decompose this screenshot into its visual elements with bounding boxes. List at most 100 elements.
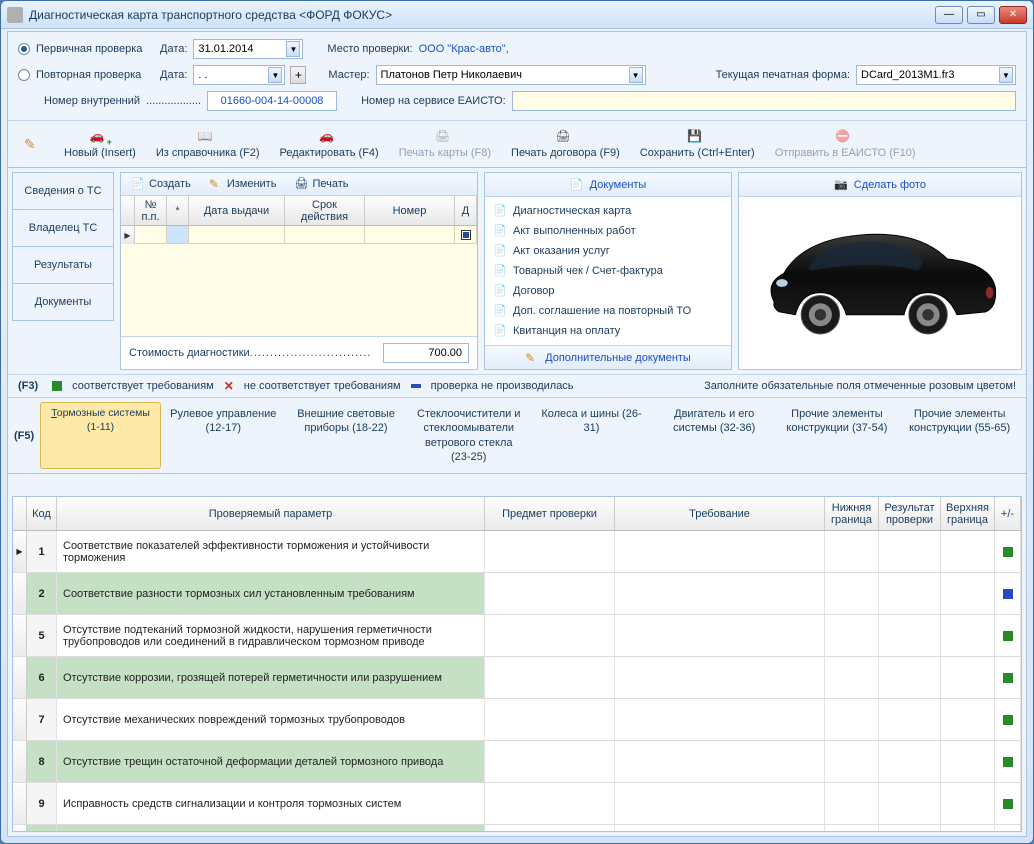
save-button[interactable]: Сохранить (Ctrl+Enter) <box>630 125 765 163</box>
cell-param: Отсутствие трещин остаточной деформации … <box>57 741 485 782</box>
cell-subj <box>485 825 615 831</box>
cell-param: Исправность средств сигнализации и контр… <box>57 783 485 824</box>
row-marker <box>13 573 27 614</box>
col-star: * <box>167 196 189 225</box>
blue-dash-icon <box>411 384 421 388</box>
place-value[interactable]: ООО "Крас-авто", <box>419 43 509 55</box>
status-square-icon <box>1003 547 1013 557</box>
table-row[interactable]: 10Отсутствие набухания тормозных шлангов… <box>13 825 1021 831</box>
doc-item[interactable]: Акт выполненных работ <box>493 221 723 241</box>
doc-item[interactable]: Диагностическая карта <box>493 201 723 221</box>
create-button[interactable]: Создать <box>123 175 199 193</box>
doc-item[interactable]: Квитанция на оплату <box>493 321 723 341</box>
doc-item[interactable]: Договор <box>493 281 723 301</box>
cell-up <box>941 531 995 572</box>
status-square-icon <box>1003 631 1013 641</box>
cost-label: Стоимость диагностики <box>129 347 250 359</box>
primary-date-picker[interactable]: 31.01.2014 ▼ <box>193 39 303 59</box>
check-tab[interactable]: Колеса и шины (26-31) <box>531 402 652 469</box>
print-form-select[interactable]: DCard_2013M1.fr3 ▼ <box>856 65 1016 85</box>
row-marker-icon: ▶ <box>121 226 135 244</box>
check-tab[interactable]: Прочие элементы конструкции (37-54) <box>777 402 898 469</box>
cell-status <box>995 825 1021 831</box>
window-title: Диагностическая карта транспортного сред… <box>29 8 935 22</box>
master-select[interactable]: Платонов Петр Николаевич ▼ <box>376 65 646 85</box>
cell-param: Отсутствие механических повреждений торм… <box>57 699 485 740</box>
cell-res <box>879 741 941 782</box>
head-code: Код <box>27 497 57 530</box>
print-doc-button[interactable]: Печать <box>286 175 356 193</box>
doc-item[interactable]: Акт оказания услуг <box>493 241 723 261</box>
cell-status <box>995 657 1021 698</box>
maximize-button[interactable]: ▭ <box>967 6 995 24</box>
form-value: DCard_2013M1.fr3 <box>861 69 955 81</box>
date-label-2: Дата: <box>160 69 187 81</box>
cell-code: 1 <box>27 531 57 572</box>
edit-icon <box>209 177 223 191</box>
additional-docs-button[interactable]: Дополнительные документы <box>485 345 731 369</box>
table-row[interactable]: 7Отсутствие механических повреждений тор… <box>13 699 1021 741</box>
vtab-owner[interactable]: Владелец ТС <box>12 209 114 247</box>
secondary-check-radio[interactable] <box>18 69 30 81</box>
table-row[interactable]: 5Отсутствие подтеканий тормозной жидкост… <box>13 615 1021 657</box>
cell-low <box>825 699 879 740</box>
eaisto-input[interactable] <box>512 91 1016 111</box>
table-row[interactable]: 6Отсутствие коррозии, грозящей потерей г… <box>13 657 1021 699</box>
vtab-documents[interactable]: Документы <box>12 283 114 321</box>
table-row[interactable]: 9Исправность средств сигнализации и конт… <box>13 783 1021 825</box>
close-button[interactable]: ✕ <box>999 6 1027 24</box>
check-tab[interactable]: Тормозные системы (1-11) <box>40 402 161 469</box>
check-tab[interactable]: Прочие элементы конструкции (55-65) <box>899 402 1020 469</box>
make-photo-button[interactable]: 📷Сделать фото <box>739 173 1021 197</box>
cost-value[interactable]: 700.00 <box>383 343 469 363</box>
docs-grid-row[interactable]: ▶ <box>121 226 477 244</box>
secondary-date-picker[interactable]: . . ▼ <box>193 65 285 85</box>
edit-button[interactable]: Редактировать (F4) <box>270 125 389 163</box>
edit-doc-button[interactable]: Изменить <box>201 175 285 193</box>
cell-status <box>995 573 1021 614</box>
new-button[interactable]: Новый (Insert) <box>54 125 146 163</box>
documents-panel: 📄Документы Диагностическая картаАкт выпо… <box>484 172 732 370</box>
internal-no-input[interactable] <box>207 91 337 111</box>
print-contract-button[interactable]: Печать договора (F9) <box>501 125 630 163</box>
cell-subj <box>485 783 615 824</box>
doc-item[interactable]: Доп. соглашение на повторный ТО <box>493 301 723 321</box>
cell-low <box>825 783 879 824</box>
vtab-results[interactable]: Результаты <box>12 246 114 284</box>
cell-req <box>615 657 825 698</box>
cost-footer: Стоимость диагностики ..................… <box>121 336 477 369</box>
doc-item-label: Квитанция на оплату <box>513 325 620 337</box>
grid-body[interactable]: ▶1Соответствие показателей эффективности… <box>13 531 1021 831</box>
check-tab[interactable]: Двигатель и его системы (32-36) <box>654 402 775 469</box>
cell-param: Отсутствие коррозии, грозящей потерей ге… <box>57 657 485 698</box>
check-tabs: (F5) Тормозные системы (1-11)Рулевое упр… <box>8 398 1026 474</box>
doc-icon: 📄 <box>570 178 584 192</box>
cell-req <box>615 615 825 656</box>
printer-icon <box>435 129 455 145</box>
check-tab[interactable]: Стеклоочистители и стеклоомыватели ветро… <box>408 402 529 469</box>
cell-code: 6 <box>27 657 57 698</box>
table-row[interactable]: 2Соответствие разности тормозных сил уст… <box>13 573 1021 615</box>
check-tab-label: Двигатель и его системы (32-36) <box>673 408 755 434</box>
documents-header[interactable]: 📄Документы <box>485 173 731 197</box>
eaisto-label: Номер на сервисе ЕАИСТО: <box>361 95 506 107</box>
primary-check-radio[interactable] <box>18 43 30 55</box>
col-exp: Срок действия <box>285 196 365 225</box>
doc-item-label: Акт оказания услуг <box>513 245 610 257</box>
vtab-vehicle-info[interactable]: Сведения о ТС <box>12 172 114 210</box>
minimize-button[interactable]: — <box>935 6 963 24</box>
camera-icon: 📷 <box>834 178 848 191</box>
from-ref-button[interactable]: Из справочника (F2) <box>146 125 270 163</box>
doc-icon <box>493 304 507 318</box>
date-plus-button[interactable]: + <box>290 66 306 84</box>
check-tab[interactable]: Внешние световые приборы (18-22) <box>286 402 407 469</box>
legend-bad: не соответствует требованиям <box>244 380 401 392</box>
check-tab[interactable]: Рулевое управление (12-17) <box>163 402 284 469</box>
cell-low <box>825 615 879 656</box>
grid-header: Код Проверяемый параметр Предмет проверк… <box>13 497 1021 531</box>
table-row[interactable]: 8Отсутствие трещин остаточной деформации… <box>13 741 1021 783</box>
doc-icon <box>493 324 507 338</box>
doc-item[interactable]: Товарный чек / Счет-фактура <box>493 261 723 281</box>
table-row[interactable]: ▶1Соответствие показателей эффективности… <box>13 531 1021 573</box>
pencil-toolbar-button[interactable] <box>14 132 54 156</box>
